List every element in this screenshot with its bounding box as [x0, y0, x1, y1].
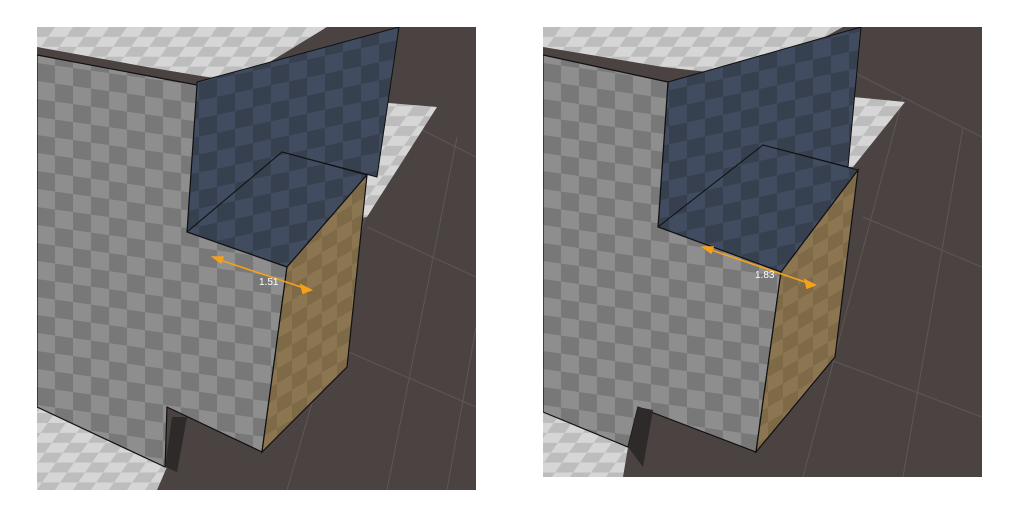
scene-right[interactable]: 1.83 — [543, 27, 982, 477]
viewport-right[interactable]: 1.83 — [543, 27, 982, 477]
measurement-label-right: 1.83 — [755, 270, 775, 281]
viewport-left[interactable]: 1.51 — [37, 27, 476, 490]
scene-left[interactable]: 1.51 — [37, 27, 476, 490]
base-shadow — [165, 417, 187, 472]
measurement-label-left: 1.51 — [259, 277, 279, 288]
